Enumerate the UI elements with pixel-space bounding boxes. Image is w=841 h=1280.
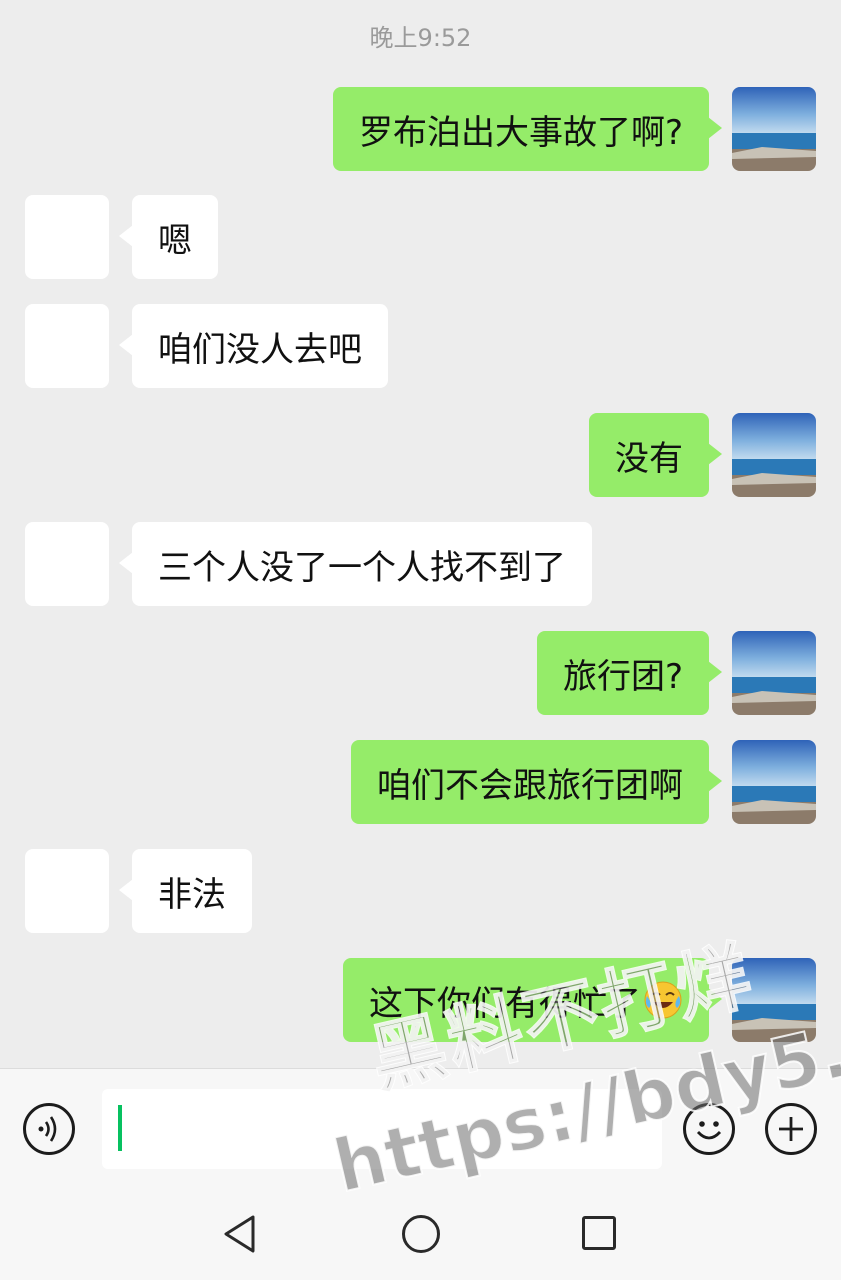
self-avatar[interactable] (732, 87, 816, 171)
text-caret (118, 1105, 122, 1151)
self-avatar[interactable] (732, 958, 816, 1042)
chat-input-bar (0, 1068, 841, 1185)
crying-laughing-emoji-icon (643, 980, 683, 1020)
recent-square-icon[interactable] (582, 1216, 616, 1250)
message-bubble-outgoing[interactable]: 咱们不会跟旅行团啊 (351, 740, 722, 824)
self-avatar[interactable] (732, 631, 816, 715)
timestamp: 晚上9:52 (369, 24, 472, 52)
message-text: 非法 (158, 874, 226, 915)
message-bubble-incoming[interactable]: 非法 (119, 849, 252, 933)
message-bubble-incoming[interactable]: 嗯 (119, 195, 218, 279)
emoji-button[interactable] (683, 1103, 735, 1155)
message-text: 三个人没了一个人找不到了 (158, 547, 566, 588)
message-text: 这下你们有得忙了 (369, 983, 641, 1024)
message-text: 旅行团? (562, 656, 683, 697)
message-input[interactable] (102, 1089, 662, 1169)
message-text: 咱们没人去吧 (158, 329, 362, 370)
message-text: 罗布泊出大事故了啊? (358, 112, 683, 153)
contact-avatar[interactable] (25, 522, 109, 606)
contact-avatar[interactable] (25, 849, 109, 933)
plus-icon (768, 1106, 814, 1152)
contact-avatar[interactable] (25, 195, 109, 279)
more-options-button[interactable] (765, 1103, 817, 1155)
message-bubble-outgoing[interactable]: 这下你们有得忙了 (343, 958, 722, 1042)
voice-icon (26, 1106, 72, 1152)
message-bubble-incoming[interactable]: 咱们没人去吧 (119, 304, 388, 388)
message-bubble-outgoing[interactable]: 罗布泊出大事故了啊? (332, 87, 723, 171)
message-text: 嗯 (158, 220, 192, 261)
back-triangle-icon[interactable] (222, 1214, 258, 1254)
self-avatar[interactable] (732, 740, 816, 824)
message-bubble-outgoing[interactable]: 没有 (589, 413, 722, 497)
message-bubble-incoming[interactable]: 三个人没了一个人找不到了 (119, 522, 592, 606)
smiley-icon (686, 1106, 732, 1152)
voice-input-button[interactable] (23, 1103, 75, 1155)
message-bubble-outgoing[interactable]: 旅行团? (536, 631, 723, 715)
contact-avatar[interactable] (25, 304, 109, 388)
message-text: 咱们不会跟旅行团啊 (377, 765, 683, 806)
message-text: 没有 (615, 438, 683, 479)
self-avatar[interactable] (732, 413, 816, 497)
home-circle-icon[interactable] (402, 1215, 440, 1253)
system-nav-bar (0, 1184, 841, 1280)
